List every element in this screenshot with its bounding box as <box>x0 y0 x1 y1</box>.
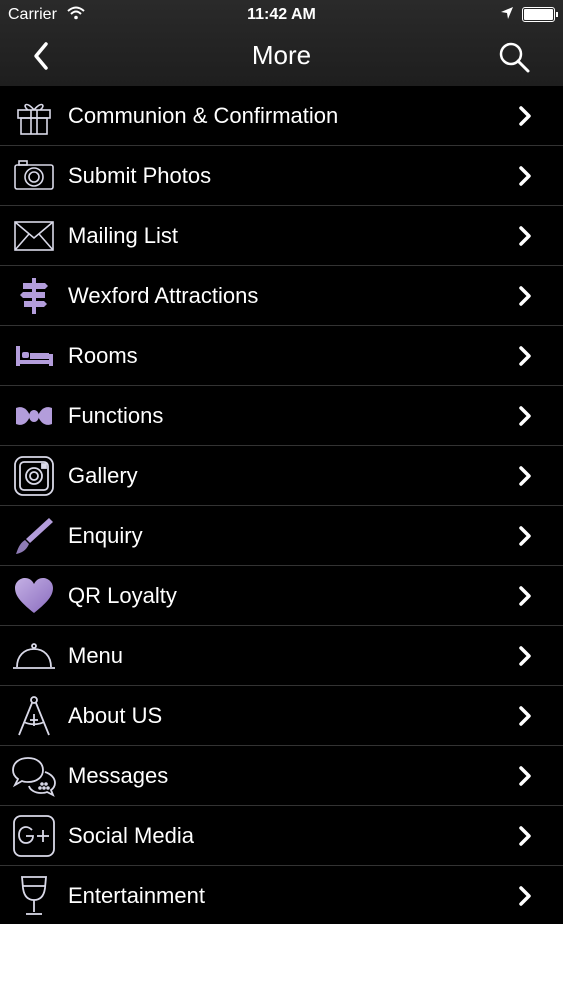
menu-item-entertainment[interactable]: Entertainment <box>0 866 563 925</box>
menu-item-mailing-list[interactable]: Mailing List <box>0 206 563 266</box>
menu-item-gallery[interactable]: Gallery <box>0 446 563 506</box>
gift-icon <box>12 94 56 138</box>
menu-item-label: Wexford Attractions <box>68 282 259 308</box>
location-arrow-icon <box>500 6 514 25</box>
menu-item-qr-loyalty[interactable]: QR Loyalty <box>0 566 563 626</box>
chevron-right-icon <box>517 404 533 428</box>
chevron-right-icon <box>517 524 533 548</box>
chevron-right-icon <box>517 224 533 248</box>
menu-item-rooms[interactable]: Rooms <box>0 326 563 386</box>
chevron-right-icon <box>517 644 533 668</box>
chevron-right-icon <box>517 584 533 608</box>
chevron-right-icon <box>517 764 533 788</box>
chevron-right-icon <box>517 104 533 128</box>
screen: Carrier 11:42 AM More Communion & Confir… <box>0 0 563 1000</box>
battery-icon <box>522 7 558 22</box>
menu-item-label: QR Loyalty <box>68 582 177 608</box>
chat-bubbles-icon <box>12 754 56 798</box>
menu-item-about-us[interactable]: About US <box>0 686 563 746</box>
chevron-right-icon <box>517 884 533 908</box>
compass-icon <box>12 694 56 738</box>
menu-item-wexford-attractions[interactable]: Wexford Attractions <box>0 266 563 326</box>
menu-item-label: Enquiry <box>68 522 143 548</box>
menu-item-label: Menu <box>68 642 124 668</box>
menu-item-submit-photos[interactable]: Submit Photos <box>0 146 563 206</box>
chevron-right-icon <box>517 164 533 188</box>
navigation-bar: More <box>0 30 563 86</box>
menu-item-menu[interactable]: Menu <box>0 626 563 686</box>
google-plus-icon <box>12 814 56 858</box>
top-bar: Carrier 11:42 AM More <box>0 0 563 86</box>
heart-icon <box>12 574 56 618</box>
menu-item-label: Submit Photos <box>68 162 212 188</box>
chevron-right-icon <box>517 464 533 488</box>
wine-glass-icon <box>12 874 56 918</box>
bed-icon <box>12 334 56 378</box>
signpost-icon <box>12 274 56 318</box>
menu-item-label: Gallery <box>68 462 138 488</box>
search-button[interactable] <box>496 39 532 75</box>
menu-item-messages[interactable]: Messages <box>0 746 563 806</box>
menu-item-label: Mailing List <box>68 222 179 248</box>
status-bar: Carrier 11:42 AM <box>0 0 563 30</box>
envelope-icon <box>12 214 56 258</box>
menu-item-label: About US <box>68 702 163 728</box>
chevron-right-icon <box>517 824 533 848</box>
menu-item-functions[interactable]: Functions <box>0 386 563 446</box>
menu-item-label: Entertainment <box>68 882 205 908</box>
chevron-right-icon <box>517 704 533 728</box>
chevron-right-icon <box>517 284 533 308</box>
menu-item-communion[interactable]: Communion & Confirmation <box>0 86 563 146</box>
more-menu-list: Communion & Confirmation Submit Photos M… <box>0 86 563 924</box>
camera-icon <box>12 154 56 198</box>
cloche-icon <box>12 634 56 678</box>
menu-item-enquiry[interactable]: Enquiry <box>0 506 563 566</box>
menu-item-label: Rooms <box>68 342 138 368</box>
menu-item-label: Messages <box>68 762 169 788</box>
bowtie-icon <box>12 394 56 438</box>
menu-item-label: Social Media <box>68 822 194 848</box>
menu-item-label: Communion & Confirmation <box>68 102 339 128</box>
status-time: 11:42 AM <box>247 6 316 23</box>
brush-icon <box>12 514 56 558</box>
chevron-right-icon <box>517 344 533 368</box>
menu-item-label: Functions <box>68 402 164 428</box>
instagram-camera-icon <box>12 454 56 498</box>
page-title: More <box>251 40 312 70</box>
menu-item-social-media[interactable]: Social Media <box>0 806 563 866</box>
